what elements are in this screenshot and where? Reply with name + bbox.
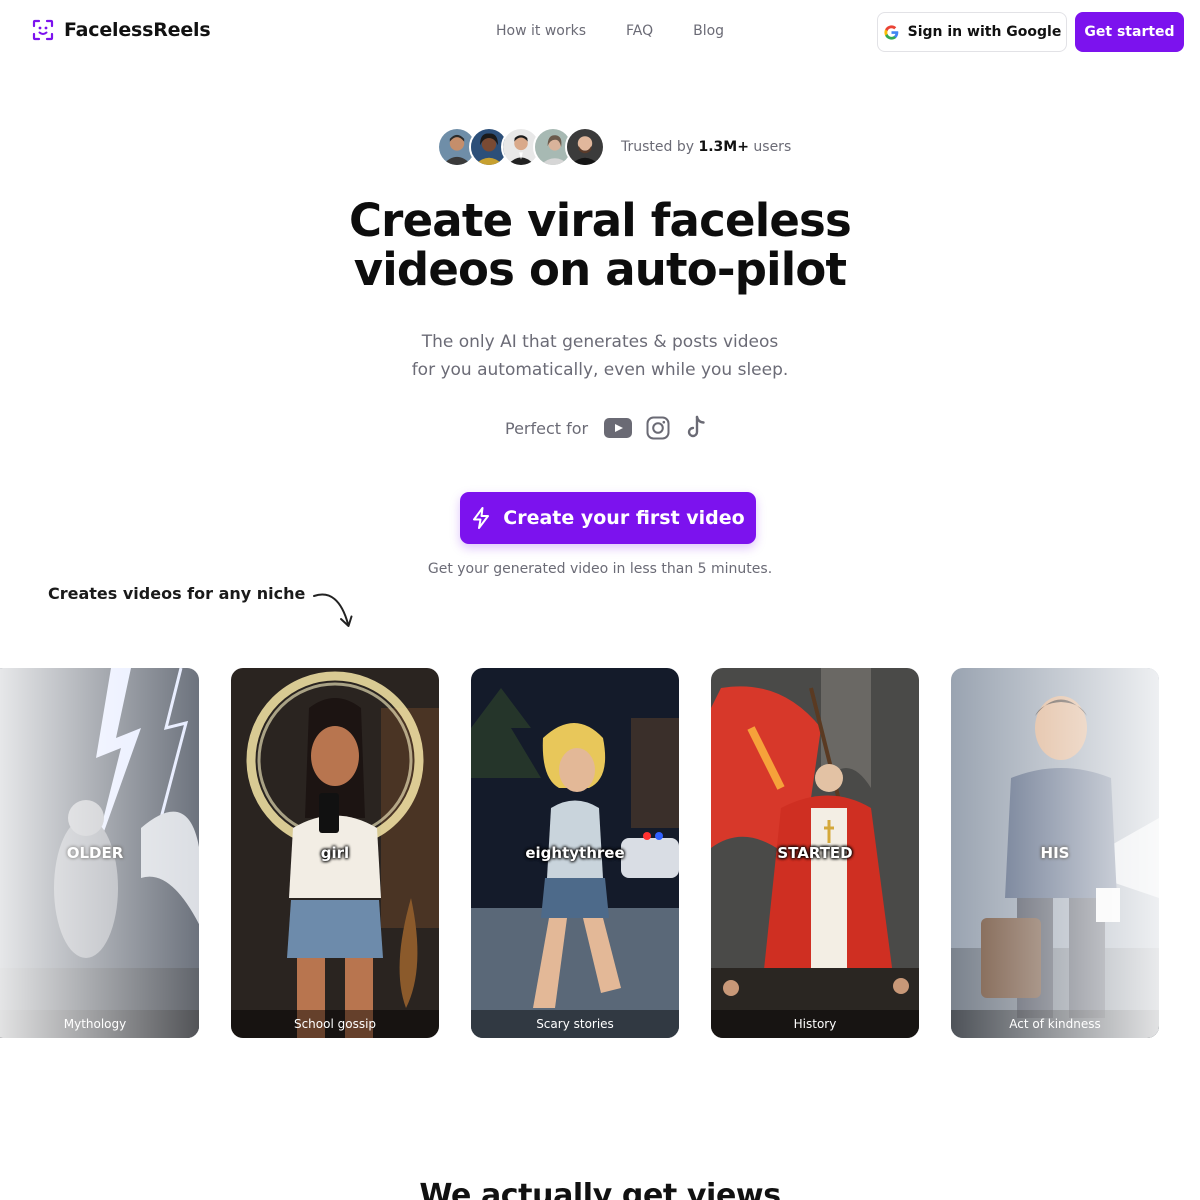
card-caption: STARTED <box>777 844 853 862</box>
card-label: Act of kindness <box>951 1010 1159 1038</box>
card-caption: eightythree <box>525 844 625 862</box>
trusted-text: Trusted by 1.3M+ users <box>621 139 792 155</box>
nav-link-blog[interactable]: Blog <box>693 23 724 39</box>
card-label: Scary stories <box>471 1010 679 1038</box>
perfect-for-row: Perfect for <box>505 415 722 441</box>
hero-subtitle: The only AI that generates & posts video… <box>411 332 789 380</box>
card-label: Mythology <box>0 1010 199 1038</box>
card-caption: girl <box>320 844 350 862</box>
nav-link-how-it-works[interactable]: How it works <box>496 23 586 39</box>
avatar <box>565 127 605 167</box>
nav-link-faq[interactable]: FAQ <box>626 23 653 39</box>
niche-card-history[interactable]: STARTED History <box>711 668 919 1038</box>
niche-card-scary-stories[interactable]: eightythree Scary stories <box>471 668 679 1038</box>
niche-label: Creates videos for any niche <box>48 584 306 603</box>
site-header: FacelessReels How it works FAQ Blog Sign… <box>0 0 1200 64</box>
face-scan-icon <box>32 19 54 41</box>
niche-card-school-gossip[interactable]: girl School gossip <box>231 668 439 1038</box>
card-caption: OLDER <box>66 844 124 862</box>
create-first-video-button[interactable]: Create your first video <box>460 492 756 544</box>
niche-card-act-of-kindness[interactable]: HIS Act of kindness <box>951 668 1159 1038</box>
instagram-icon <box>646 416 670 440</box>
brand-name: FacelessReels <box>64 19 211 41</box>
niche-card-mythology[interactable]: OLDER Mythology <box>0 668 199 1038</box>
youtube-icon <box>604 418 633 438</box>
niche-carousel[interactable]: OLDER Mythology girl School gossip eight… <box>0 668 1200 1038</box>
views-section-title: We actually get views <box>419 1178 781 1200</box>
perfect-for-label: Perfect for <box>505 418 589 438</box>
brand-logo[interactable]: FacelessReels <box>32 19 211 41</box>
trusted-by: Trusted by 1.3M+ users <box>437 127 791 167</box>
user-count: 1.3M+ <box>698 139 749 155</box>
curved-arrow-icon <box>313 593 353 627</box>
card-caption: HIS <box>1040 844 1070 862</box>
card-label: History <box>711 1010 919 1038</box>
avatar-group <box>437 127 605 167</box>
tiktok-icon <box>684 415 708 441</box>
cta-label: Create your first video <box>503 507 745 529</box>
hero-title: Create viral faceless videos on auto-pil… <box>348 194 852 296</box>
sign-in-google-label: Sign in with Google <box>907 24 1062 40</box>
cta-note: Get your generated video in less than 5 … <box>427 561 773 577</box>
main-nav: How it works FAQ Blog <box>496 23 724 39</box>
get-started-button[interactable]: Get started <box>1075 12 1184 52</box>
card-label: School gossip <box>231 1010 439 1038</box>
lightning-icon <box>473 507 490 529</box>
google-icon <box>884 24 898 40</box>
sign-in-google-button[interactable]: Sign in with Google <box>877 12 1067 52</box>
